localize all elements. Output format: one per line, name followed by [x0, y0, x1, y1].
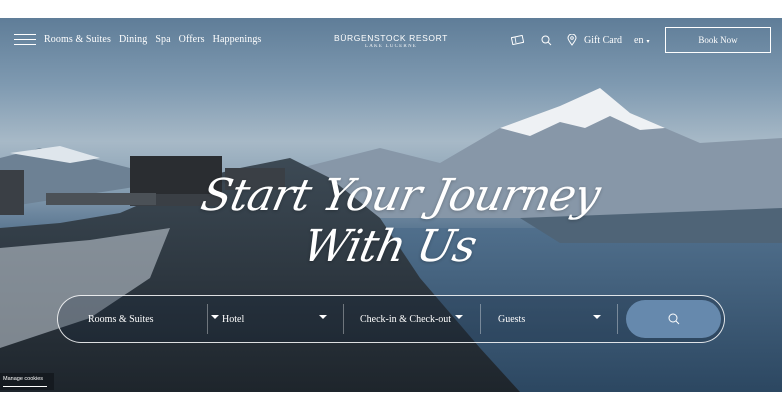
booking-search-bar: Rooms & Suites Hotel Check-in & Check-ou… [57, 295, 725, 343]
guests-value: Guests [498, 313, 526, 325]
ticket-icon[interactable] [509, 32, 525, 48]
property-select[interactable]: Hotel [222, 296, 332, 342]
nav-link-offers[interactable]: Offers [179, 34, 205, 45]
menu-hamburger-icon[interactable] [14, 34, 36, 46]
brand-logo[interactable]: BÜRGENSTOCK RESORT LAKE LUCERNE [330, 33, 452, 49]
nav-utility-icons [509, 32, 580, 48]
room-type-select[interactable]: Rooms & Suites [88, 296, 219, 342]
field-divider [480, 304, 481, 334]
field-divider [343, 304, 344, 334]
book-now-button[interactable]: Book Now [665, 27, 771, 53]
guests-select[interactable]: Guests [498, 296, 608, 342]
location-pin-icon[interactable] [564, 32, 580, 48]
field-divider [207, 304, 208, 334]
dates-value: Check-in & Check-out [360, 313, 452, 325]
chevron-down-icon [211, 315, 219, 319]
search-icon [668, 313, 679, 325]
nav-link-dining[interactable]: Dining [119, 34, 147, 45]
nav-link-rooms-suites[interactable]: Rooms & Suites [44, 34, 111, 45]
top-navigation: Rooms & Suites Dining Spa Offers Happeni… [0, 18, 782, 63]
manage-cookies-button[interactable]: Manage cookies [0, 373, 54, 390]
manage-cookies-underline [3, 386, 47, 387]
property-value: Hotel [222, 313, 245, 325]
chevron-down-icon [319, 315, 327, 319]
brand-name: BÜRGENSTOCK RESORT [334, 33, 448, 43]
gift-card-link[interactable]: Gift Card [584, 35, 622, 46]
hero-headline: Start Your Journey With Us [196, 170, 605, 272]
primary-nav-links: Rooms & Suites Dining Spa Offers Happeni… [44, 34, 261, 45]
nav-link-happenings[interactable]: Happenings [213, 34, 262, 45]
chevron-down-icon: ▾ [646, 39, 650, 45]
room-type-value: Rooms & Suites [88, 313, 154, 325]
brand-subtitle: LAKE LUCERNE [364, 44, 418, 49]
search-icon[interactable] [538, 32, 554, 48]
language-label: en [634, 35, 644, 46]
nav-link-spa[interactable]: Spa [155, 34, 170, 45]
language-selector[interactable]: en ▾ [634, 35, 649, 46]
dates-select[interactable]: Check-in & Check-out [360, 296, 470, 342]
search-submit-button[interactable] [626, 300, 721, 338]
chevron-down-icon [593, 315, 601, 319]
manage-cookies-label: Manage cookies [3, 376, 44, 382]
field-divider [617, 304, 618, 334]
chevron-down-icon [455, 315, 463, 319]
